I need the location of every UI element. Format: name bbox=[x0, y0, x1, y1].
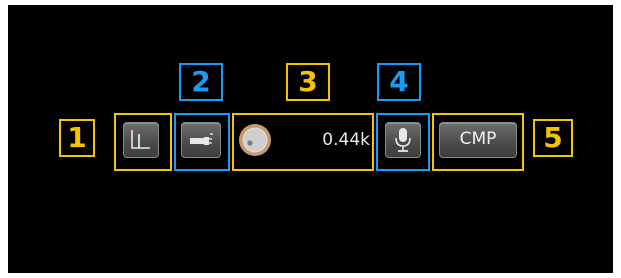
volume-knob[interactable] bbox=[238, 123, 272, 157]
microphone-button[interactable] bbox=[385, 122, 421, 158]
volume-knob-icon bbox=[239, 124, 271, 156]
audio-plug-icon bbox=[190, 133, 213, 145]
callout-5: 5 bbox=[533, 119, 573, 157]
spectrum-peak-icon bbox=[131, 130, 150, 149]
control-panel: 1 2 3 4 5 0.44k CMP bbox=[8, 5, 613, 273]
spectrum-button[interactable] bbox=[123, 122, 159, 158]
microphone-icon bbox=[395, 128, 411, 152]
compressor-button[interactable]: CMP bbox=[439, 122, 517, 158]
callout-3: 3 bbox=[286, 63, 330, 101]
compressor-button-label: CMP bbox=[459, 129, 497, 149]
knob-value-readout: 0.44k bbox=[322, 130, 370, 150]
callout-1: 1 bbox=[59, 119, 95, 157]
callout-4: 4 bbox=[377, 63, 421, 101]
callout-2: 2 bbox=[179, 63, 223, 101]
audio-source-button[interactable] bbox=[181, 122, 221, 158]
